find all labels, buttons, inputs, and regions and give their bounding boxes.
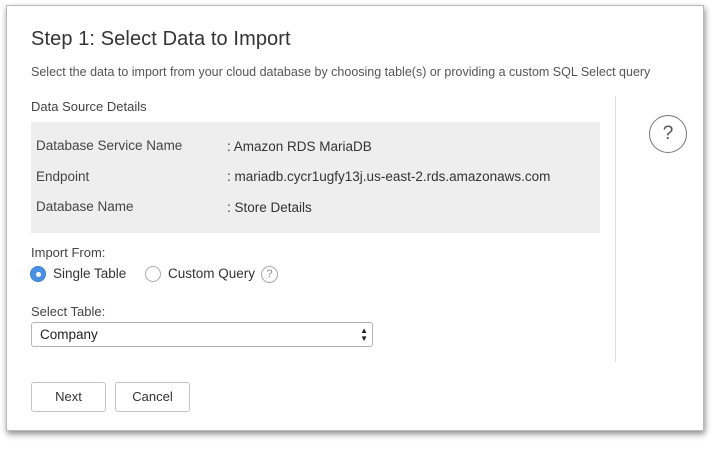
data-source-heading: Data Source Details: [31, 99, 147, 114]
page-subtitle: Select the data to import from your clou…: [31, 65, 651, 79]
help-icon[interactable]: ?: [649, 115, 687, 153]
custom-query-help-icon[interactable]: ?: [261, 266, 278, 283]
dropdown-arrows-icon: ▲ ▼: [360, 326, 368, 343]
data-source-details-panel: Database Service Name : Amazon RDS Maria…: [31, 122, 600, 233]
database-name-label: Database Name: [36, 199, 134, 214]
single-table-radio[interactable]: [30, 266, 46, 282]
next-button[interactable]: Next: [31, 382, 106, 412]
import-dialog: Step 1: Select Data to Import Select the…: [6, 5, 704, 431]
select-table-dropdown[interactable]: Company ▲ ▼: [31, 322, 373, 347]
endpoint-label: Endpoint: [36, 169, 90, 184]
database-name-value: : Store Details: [227, 200, 312, 215]
service-name-label: Database Service Name: [36, 138, 183, 153]
service-name-value: : Amazon RDS MariaDB: [227, 139, 372, 154]
vertical-divider: [615, 96, 616, 362]
single-table-label[interactable]: Single Table: [53, 266, 126, 281]
custom-query-label[interactable]: Custom Query: [168, 266, 255, 281]
endpoint-value: : mariadb.cycr1ugfy13j.us-east-2.rds.ama…: [227, 169, 551, 184]
select-table-label: Select Table:: [31, 304, 106, 319]
custom-query-radio[interactable]: [145, 266, 161, 282]
cancel-button[interactable]: Cancel: [115, 382, 190, 412]
import-from-label: Import From:: [31, 245, 106, 260]
page-title: Step 1: Select Data to Import: [31, 28, 291, 50]
select-table-value: Company: [40, 327, 98, 342]
